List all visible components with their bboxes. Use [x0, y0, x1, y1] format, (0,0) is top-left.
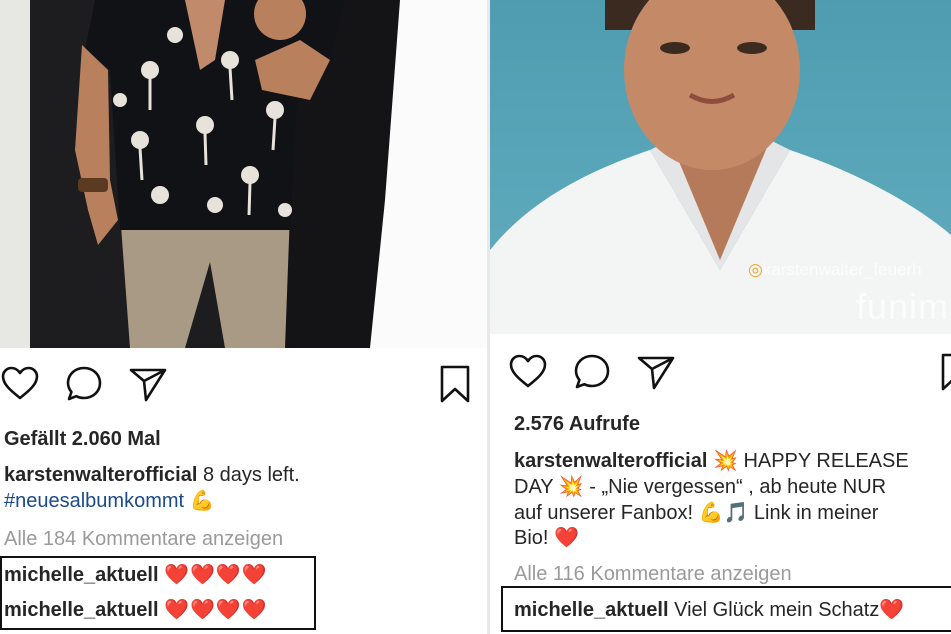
- caption-line-1: karstenwalterofficial 8 days left.: [4, 462, 300, 488]
- post-photo-mirror-selfie[interactable]: [0, 0, 487, 348]
- caption-line-2: DAY 💥 - „Nie vergessen“ , ab heute NUR: [514, 476, 887, 498]
- caption-line-4: Bio! ❤️: [514, 527, 579, 549]
- heart-icon[interactable]: [0, 364, 40, 404]
- watermark-brand: funima: [856, 286, 951, 327]
- caption-username[interactable]: karstenwalterofficial: [4, 464, 197, 486]
- likes-count: Gefällt 2.060 Mal: [4, 428, 161, 450]
- portrait-illustration: [490, 0, 951, 334]
- view-all-comments-link[interactable]: Alle 184 Kommentare anzeigen: [4, 526, 283, 552]
- caption-hashtag[interactable]: #neuesalbumkommt: [4, 490, 184, 512]
- caption-line-2: #neuesalbumkommt 💪: [4, 488, 215, 514]
- caption-username[interactable]: karstenwalterofficial: [514, 450, 707, 472]
- views-count: 2.576 Aufrufe: [514, 413, 640, 435]
- comment-row: michelle_aktuell ❤️❤️❤️❤️: [4, 562, 268, 588]
- comment-row: michelle_aktuell ❤️❤️❤️❤️: [4, 597, 268, 623]
- comment-username[interactable]: michelle_aktuell: [4, 599, 159, 621]
- flexed-biceps-emoji: 💪: [189, 490, 215, 512]
- action-bar: [508, 352, 951, 396]
- post-left: Gefällt 2.060 Mal karstenwalterofficial …: [0, 0, 487, 634]
- post-right: ◎karstenwalter_feuerh funima 2.576 Aufru…: [490, 0, 951, 634]
- post-photo-portrait[interactable]: ◎karstenwalter_feuerh funima: [490, 0, 951, 334]
- share-icon[interactable]: [636, 352, 676, 392]
- heart-icon[interactable]: [508, 352, 548, 392]
- comment-username[interactable]: michelle_aktuell: [4, 564, 159, 586]
- bookmark-icon[interactable]: [435, 364, 475, 404]
- view-all-comments-link[interactable]: Alle 116 Kommentare anzeigen: [514, 561, 792, 587]
- comment-icon[interactable]: [64, 364, 104, 404]
- share-icon[interactable]: [128, 364, 168, 404]
- comment-icon[interactable]: [572, 352, 612, 392]
- watermark-handle: ◎karstenwalter_feuerh: [748, 260, 922, 279]
- caption-line-3: auf unserer Fanbox! 💪🎵 Link in meiner: [514, 502, 879, 524]
- comment-text: ❤️❤️❤️❤️: [164, 599, 268, 621]
- comment-username[interactable]: michelle_aktuell: [514, 599, 669, 621]
- caption-text: 💥 HAPPY RELEASE: [707, 450, 909, 472]
- comment-row: michelle_aktuell Viel Glück mein Schatz❤…: [514, 597, 904, 623]
- bookmark-icon[interactable]: [936, 352, 951, 392]
- caption-text: 8 days left.: [197, 464, 300, 486]
- comment-text: ❤️❤️❤️❤️: [164, 564, 268, 586]
- mirror-selfie-illustration: [0, 0, 487, 348]
- caption-line-1: karstenwalterofficial 💥 HAPPY RELEASE: [514, 448, 909, 474]
- comment-text: Viel Glück mein Schatz❤️: [668, 599, 905, 621]
- action-bar: [0, 364, 487, 408]
